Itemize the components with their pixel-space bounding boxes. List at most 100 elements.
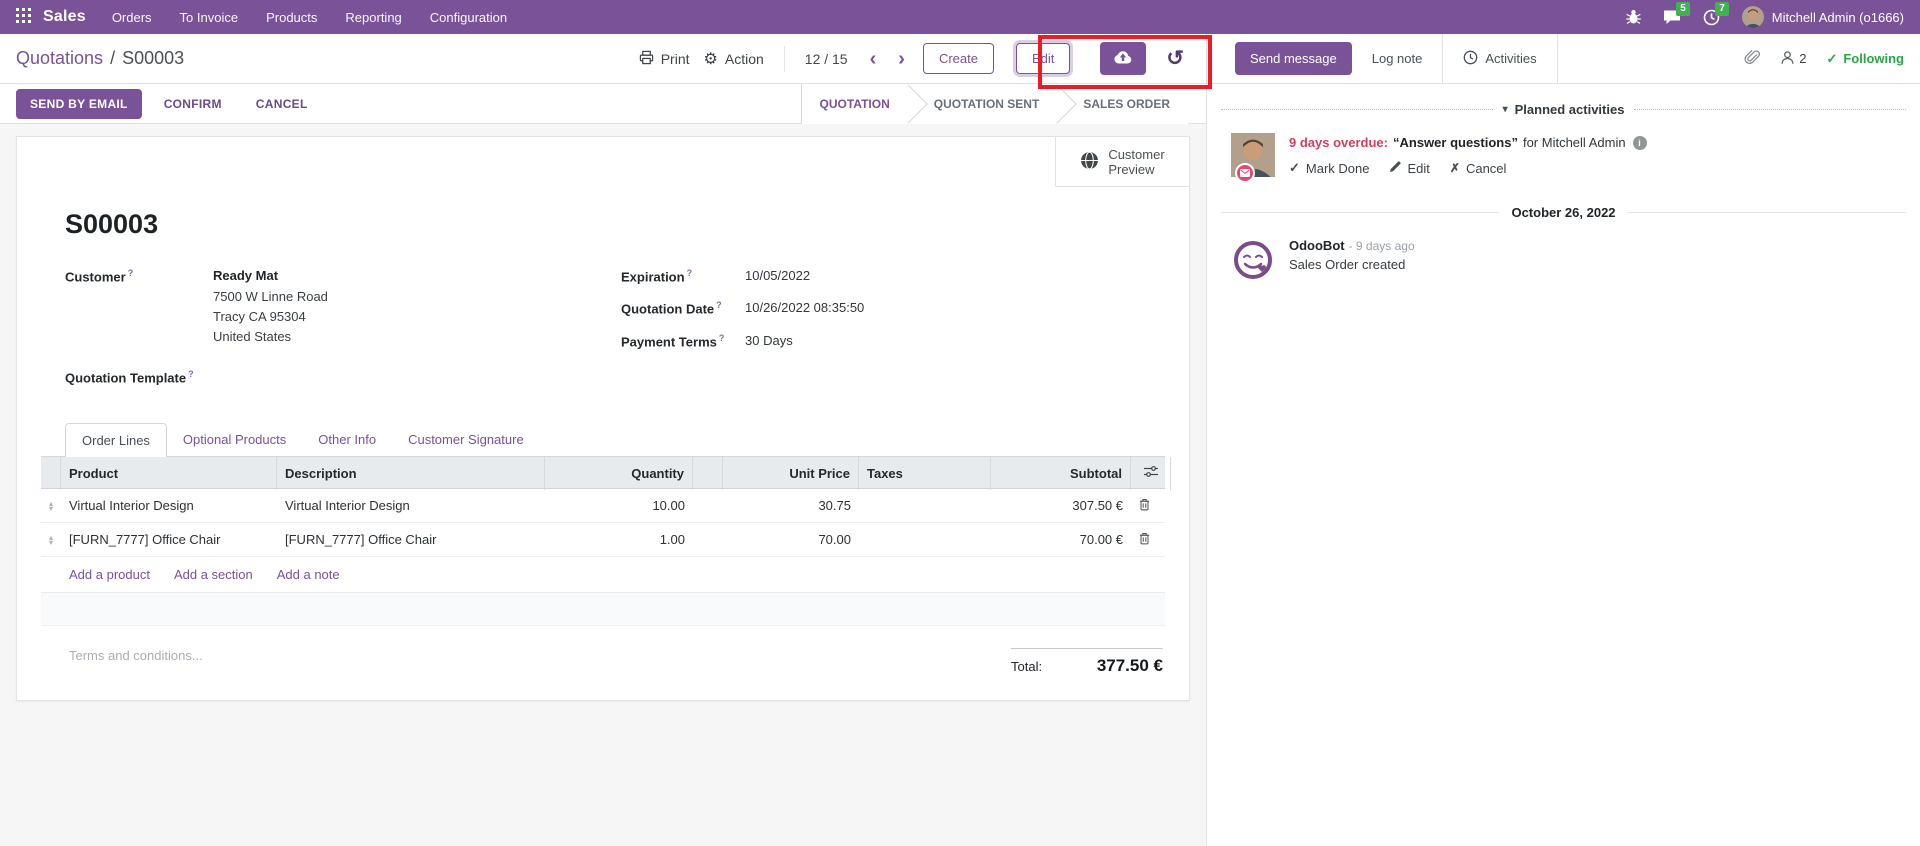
send-by-email-button[interactable]: SEND BY EMAIL: [16, 89, 142, 119]
attachments-paperclip-icon[interactable]: [1744, 49, 1760, 69]
description-cell[interactable]: [FURN_7777] Office Chair: [277, 532, 545, 547]
total-value: 377.50 €: [1097, 656, 1163, 676]
order-lines-table: Product Description Quantity Unit Price …: [41, 456, 1165, 626]
menu-reporting[interactable]: Reporting: [345, 10, 401, 25]
send-message-button[interactable]: Send message: [1235, 42, 1352, 75]
subtotal-cell: 307.50 €: [991, 498, 1131, 513]
optional-columns-button[interactable]: [1131, 457, 1171, 490]
table-row[interactable]: ▴▾ Virtual Interior Design Virtual Inter…: [41, 489, 1165, 523]
unit-price-cell[interactable]: 70.00: [723, 532, 859, 547]
quotation-date-value: 10/26/2022 08:35:50: [745, 300, 864, 316]
customer-address-line: 7500 W Linne Road: [213, 287, 328, 307]
activity-assignee: for Mitchell Admin: [1523, 133, 1626, 153]
menu-products[interactable]: Products: [266, 10, 317, 25]
menu-orders[interactable]: Orders: [112, 10, 152, 25]
trash-icon: [1139, 498, 1150, 514]
drag-handle-icon[interactable]: ▴▾: [41, 535, 61, 545]
clock-icon: [1463, 50, 1478, 68]
debug-bug-icon[interactable]: [1626, 9, 1641, 25]
record-title: S00003: [65, 209, 1165, 240]
statusbar: SEND BY EMAIL CONFIRM CANCEL QUOTATION Q…: [0, 84, 1206, 124]
cancel-activity-button[interactable]: ✗Cancel: [1450, 161, 1507, 176]
add-a-note-link[interactable]: Add a note: [277, 567, 340, 582]
status-pipeline: QUOTATION QUOTATION SENT SALES ORDER: [801, 84, 1188, 124]
save-cloud-button[interactable]: [1100, 42, 1146, 75]
message-item: OdooBot- 9 days ago Sales Order created: [1207, 232, 1920, 288]
table-header-description[interactable]: Description: [277, 457, 545, 490]
caret-down-icon: ▾: [1503, 104, 1508, 115]
followers-button[interactable]: 2: [1780, 50, 1806, 68]
apps-grid-icon[interactable]: [16, 8, 31, 26]
check-icon: ✓: [1289, 160, 1300, 176]
help-marker: ?: [188, 369, 194, 379]
quantity-cell[interactable]: 10.00: [545, 498, 693, 513]
product-cell[interactable]: [FURN_7777] Office Chair: [61, 532, 277, 547]
confirm-button[interactable]: CONFIRM: [152, 90, 234, 118]
tab-order-lines[interactable]: Order Lines: [65, 423, 167, 457]
terms-placeholder[interactable]: Terms and conditions...: [69, 648, 203, 676]
table-header-product[interactable]: Product: [61, 457, 277, 490]
topbar: Sales Orders To Invoice Products Reporti…: [0, 0, 1920, 34]
person-icon: [1780, 50, 1795, 68]
activities-clock-icon[interactable]: 7: [1703, 9, 1720, 26]
log-note-button[interactable]: Log note: [1352, 34, 1443, 83]
printer-icon: [639, 50, 654, 68]
pager-previous-button[interactable]: ‹: [866, 49, 881, 69]
quotation-date-label: Quotation Date?: [621, 300, 745, 316]
subtotal-cell: 70.00 €: [991, 532, 1131, 547]
message-author[interactable]: OdooBot: [1289, 238, 1345, 253]
tab-optional-products[interactable]: Optional Products: [167, 423, 302, 456]
edit-button[interactable]: Edit: [1016, 43, 1070, 74]
quantity-cell[interactable]: 1.00: [545, 532, 693, 547]
info-icon[interactable]: i: [1633, 136, 1647, 150]
messages-icon[interactable]: 5: [1663, 9, 1681, 25]
payment-terms-label: Payment Terms?: [621, 333, 745, 349]
cloud-upload-icon: [1113, 50, 1133, 67]
add-a-section-link[interactable]: Add a section: [174, 567, 253, 582]
mark-done-button[interactable]: ✓Mark Done: [1289, 160, 1369, 176]
unit-price-cell[interactable]: 30.75: [723, 498, 859, 513]
table-header-unit-price[interactable]: Unit Price: [723, 457, 859, 490]
menu-configuration[interactable]: Configuration: [430, 10, 507, 25]
status-step-quotation[interactable]: QUOTATION: [802, 84, 908, 124]
menu-to-invoice[interactable]: To Invoice: [180, 10, 239, 25]
delete-line-button[interactable]: [1131, 532, 1171, 549]
delete-line-button[interactable]: [1131, 498, 1171, 515]
table-header-taxes[interactable]: Taxes: [859, 457, 991, 490]
tab-customer-signature[interactable]: Customer Signature: [392, 423, 540, 456]
total-box: Total: 377.50 €: [1011, 648, 1163, 676]
table-header-quantity[interactable]: Quantity: [545, 457, 693, 490]
drag-handle-icon[interactable]: ▴▾: [41, 501, 61, 511]
activities-badge: 7: [1715, 2, 1729, 16]
breadcrumb-separator: /: [110, 48, 115, 69]
status-step-quotation-sent[interactable]: QUOTATION SENT: [908, 84, 1058, 124]
description-cell[interactable]: Virtual Interior Design: [277, 498, 545, 513]
customer-preview-button[interactable]: CustomerPreview: [1055, 137, 1189, 187]
pager-next-button[interactable]: ›: [894, 49, 909, 69]
customer-name[interactable]: Ready Mat: [213, 268, 328, 283]
add-a-product-link[interactable]: Add a product: [69, 567, 150, 582]
cancel-button[interactable]: CANCEL: [244, 90, 320, 118]
product-cell[interactable]: Virtual Interior Design: [61, 498, 277, 513]
planned-activities-header[interactable]: ▾Planned activities: [1207, 94, 1920, 127]
customer-address-line: Tracy CA 95304: [213, 307, 328, 327]
table-row[interactable]: ▴▾ [FURN_7777] Office Chair [FURN_7777] …: [41, 523, 1165, 557]
help-marker: ?: [719, 333, 725, 343]
check-icon: ✓: [1826, 51, 1837, 67]
schedule-activity-button[interactable]: Activities: [1442, 34, 1557, 83]
breadcrumb: Quotations / S00003: [16, 48, 639, 69]
table-header-handle: [41, 457, 61, 490]
create-button[interactable]: Create: [923, 43, 994, 74]
user-menu[interactable]: Mitchell Admin (o1666): [1742, 6, 1904, 28]
app-name[interactable]: Sales: [43, 8, 86, 26]
breadcrumb-quotations-link[interactable]: Quotations: [16, 48, 103, 69]
table-header-subtotal[interactable]: Subtotal: [991, 457, 1131, 490]
print-button[interactable]: Print: [639, 50, 690, 68]
control-panel: Quotations / S00003 Print ⚙ Action 12 / …: [0, 34, 1206, 84]
discard-undo-icon[interactable]: ↺: [1160, 48, 1190, 69]
action-button[interactable]: ⚙ Action: [704, 49, 764, 69]
edit-activity-button[interactable]: Edit: [1389, 161, 1429, 176]
chatter-body: ▾Planned activities 9 days overdue: “Ans…: [1207, 84, 1920, 298]
following-button[interactable]: ✓ Following: [1826, 51, 1904, 67]
tab-other-info[interactable]: Other Info: [302, 423, 392, 456]
